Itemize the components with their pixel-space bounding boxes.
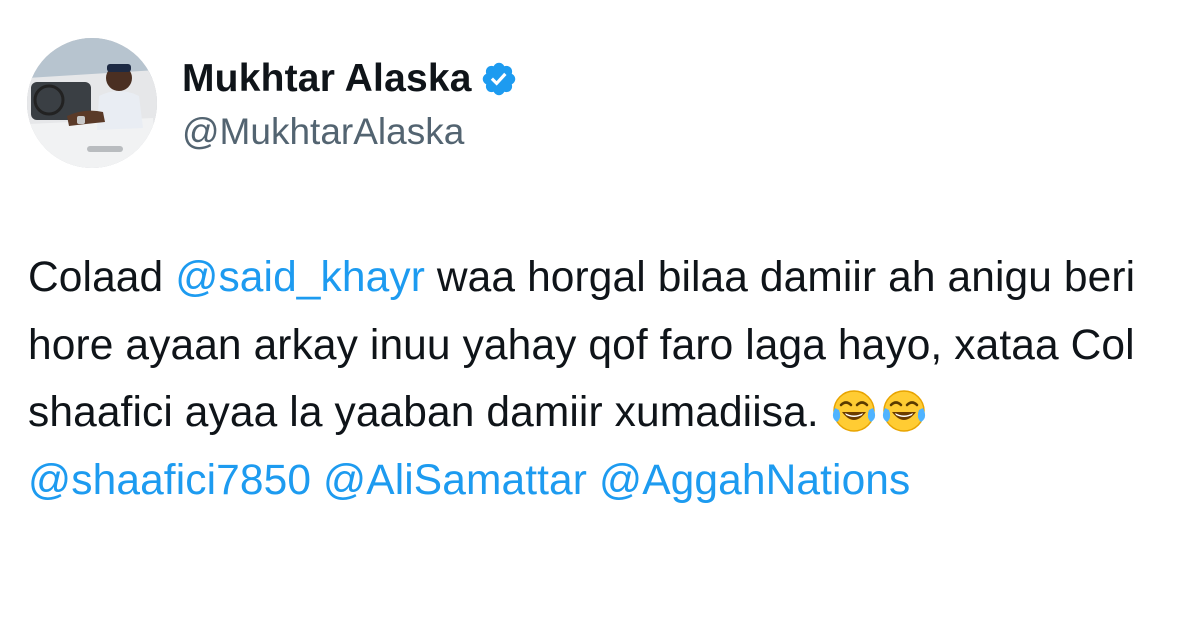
text-segment: Colaad (28, 254, 176, 301)
mention-alisamattar[interactable]: @AliSamattar (323, 457, 587, 504)
profile-photo (27, 38, 157, 168)
tweet-card: Mukhtar Alaska @MukhtarAlaska Colaad @sa… (0, 0, 1200, 631)
author-names: Mukhtar Alaska @MukhtarAlaska (182, 53, 518, 153)
face-with-tears-of-joy-icon (881, 388, 927, 434)
mention-said-khayr[interactable]: @said_khayr (175, 254, 425, 301)
tweet-text: Colaad @said_khayr waa horgal bilaa dami… (28, 244, 1178, 514)
name-row: Mukhtar Alaska (182, 53, 518, 105)
tweet-header: Mukhtar Alaska @MukhtarAlaska (27, 38, 518, 168)
verified-badge-icon[interactable] (480, 60, 518, 98)
display-name[interactable]: Mukhtar Alaska (182, 57, 472, 101)
author-handle[interactable]: @MukhtarAlaska (182, 111, 518, 153)
mention-aggahnations[interactable]: @AggahNations (599, 457, 910, 504)
mention-shaafici7850[interactable]: @shaafici7850 (28, 457, 311, 504)
face-with-tears-of-joy-icon (831, 388, 877, 434)
avatar[interactable] (27, 38, 157, 168)
